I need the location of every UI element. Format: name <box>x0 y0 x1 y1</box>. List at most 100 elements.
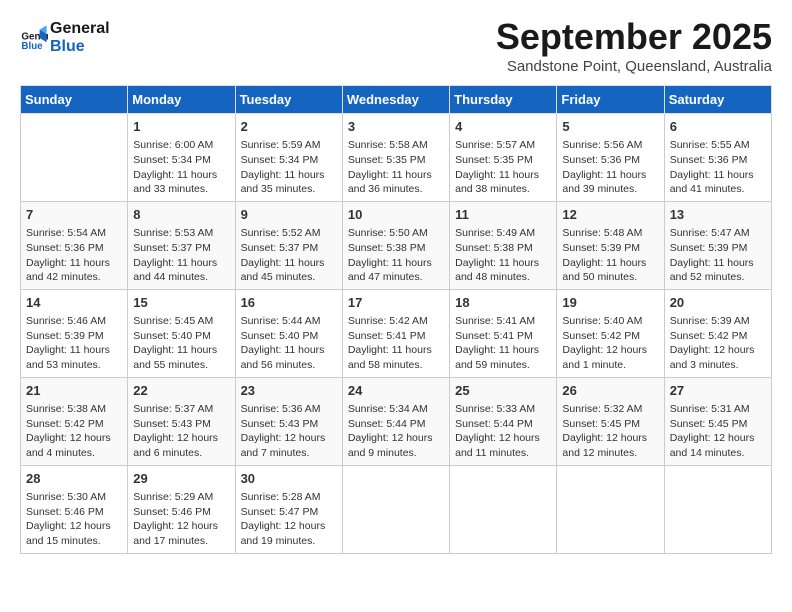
page-header: General Blue General Blue September 2025… <box>20 16 772 75</box>
day-info-line: Daylight: 12 hours <box>26 519 122 534</box>
day-info-line: Sunset: 5:38 PM <box>348 241 444 256</box>
calendar-cell: 28Sunrise: 5:30 AMSunset: 5:46 PMDayligh… <box>21 465 128 553</box>
day-number: 2 <box>241 118 337 136</box>
day-info-line: and 1 minute. <box>562 358 658 373</box>
day-number: 11 <box>455 206 551 224</box>
day-number: 26 <box>562 382 658 400</box>
day-info-line: Sunset: 5:40 PM <box>241 329 337 344</box>
day-info-line: Sunrise: 5:47 AM <box>670 226 766 241</box>
calendar-cell: 29Sunrise: 5:29 AMSunset: 5:46 PMDayligh… <box>128 465 235 553</box>
day-info-line: Sunrise: 5:38 AM <box>26 402 122 417</box>
day-number: 17 <box>348 294 444 312</box>
day-info-line: Sunrise: 5:52 AM <box>241 226 337 241</box>
day-info-line: and 50 minutes. <box>562 270 658 285</box>
day-info-line: Sunrise: 5:39 AM <box>670 314 766 329</box>
day-info-line: and 19 minutes. <box>241 534 337 549</box>
day-info-line: Daylight: 11 hours <box>241 343 337 358</box>
day-number: 4 <box>455 118 551 136</box>
day-info-line: Sunrise: 5:58 AM <box>348 138 444 153</box>
day-number: 27 <box>670 382 766 400</box>
calendar-cell <box>21 114 128 202</box>
day-info-line: and 9 minutes. <box>348 446 444 461</box>
day-info-line: and 15 minutes. <box>26 534 122 549</box>
day-number: 23 <box>241 382 337 400</box>
day-number: 29 <box>133 470 229 488</box>
calendar-cell: 13Sunrise: 5:47 AMSunset: 5:39 PMDayligh… <box>664 201 771 289</box>
calendar-cell: 15Sunrise: 5:45 AMSunset: 5:40 PMDayligh… <box>128 289 235 377</box>
calendar-cell: 16Sunrise: 5:44 AMSunset: 5:40 PMDayligh… <box>235 289 342 377</box>
day-info-line: Daylight: 11 hours <box>133 256 229 271</box>
day-info-line: Sunrise: 5:34 AM <box>348 402 444 417</box>
day-info-line: Daylight: 11 hours <box>348 256 444 271</box>
day-info-line: Sunset: 5:34 PM <box>241 153 337 168</box>
day-info-line: Daylight: 12 hours <box>562 343 658 358</box>
day-info-line: Daylight: 12 hours <box>670 431 766 446</box>
day-info-line: Sunrise: 5:30 AM <box>26 490 122 505</box>
day-info-line: and 56 minutes. <box>241 358 337 373</box>
day-info-line: Sunset: 5:44 PM <box>348 417 444 432</box>
calendar-week-2: 7Sunrise: 5:54 AMSunset: 5:36 PMDaylight… <box>21 201 772 289</box>
day-info-line: Sunrise: 5:41 AM <box>455 314 551 329</box>
day-info-line: and 58 minutes. <box>348 358 444 373</box>
day-info-line: Daylight: 11 hours <box>562 168 658 183</box>
day-number: 8 <box>133 206 229 224</box>
calendar-cell: 10Sunrise: 5:50 AMSunset: 5:38 PMDayligh… <box>342 201 449 289</box>
day-number: 3 <box>348 118 444 136</box>
calendar-body: 1Sunrise: 6:00 AMSunset: 5:34 PMDaylight… <box>21 114 772 554</box>
logo-icon: General Blue <box>20 24 48 52</box>
day-info-line: and 4 minutes. <box>26 446 122 461</box>
day-number: 18 <box>455 294 551 312</box>
col-header-friday: Friday <box>557 86 664 114</box>
day-info-line: Sunset: 5:39 PM <box>670 241 766 256</box>
day-number: 15 <box>133 294 229 312</box>
calendar-cell: 2Sunrise: 5:59 AMSunset: 5:34 PMDaylight… <box>235 114 342 202</box>
day-info-line: Sunset: 5:42 PM <box>562 329 658 344</box>
day-info-line: Sunset: 5:38 PM <box>455 241 551 256</box>
day-info-line: and 35 minutes. <box>241 182 337 197</box>
day-info-line: Daylight: 12 hours <box>241 519 337 534</box>
calendar-cell: 23Sunrise: 5:36 AMSunset: 5:43 PMDayligh… <box>235 377 342 465</box>
col-header-wednesday: Wednesday <box>342 86 449 114</box>
day-info-line: Sunrise: 5:53 AM <box>133 226 229 241</box>
calendar-week-3: 14Sunrise: 5:46 AMSunset: 5:39 PMDayligh… <box>21 289 772 377</box>
day-info-line: Sunset: 5:36 PM <box>670 153 766 168</box>
calendar-cell: 30Sunrise: 5:28 AMSunset: 5:47 PMDayligh… <box>235 465 342 553</box>
month-title: September 2025 <box>496 16 772 58</box>
day-info-line: Sunset: 5:35 PM <box>455 153 551 168</box>
day-info-line: Daylight: 12 hours <box>133 431 229 446</box>
day-info-line: Daylight: 12 hours <box>26 431 122 446</box>
day-info-line: and 59 minutes. <box>455 358 551 373</box>
day-info-line: Sunrise: 6:00 AM <box>133 138 229 153</box>
day-number: 12 <box>562 206 658 224</box>
calendar-week-4: 21Sunrise: 5:38 AMSunset: 5:42 PMDayligh… <box>21 377 772 465</box>
day-number: 7 <box>26 206 122 224</box>
day-info-line: Daylight: 12 hours <box>562 431 658 446</box>
calendar-cell: 22Sunrise: 5:37 AMSunset: 5:43 PMDayligh… <box>128 377 235 465</box>
logo-blue: Blue <box>50 38 85 55</box>
day-info-line: Sunrise: 5:48 AM <box>562 226 658 241</box>
col-header-thursday: Thursday <box>450 86 557 114</box>
day-info-line: and 47 minutes. <box>348 270 444 285</box>
day-info-line: Sunrise: 5:56 AM <box>562 138 658 153</box>
location-subtitle: Sandstone Point, Queensland, Australia <box>496 58 772 75</box>
day-info-line: and 53 minutes. <box>26 358 122 373</box>
day-info-line: Sunset: 5:43 PM <box>133 417 229 432</box>
day-info-line: Sunrise: 5:46 AM <box>26 314 122 329</box>
day-number: 5 <box>562 118 658 136</box>
calendar-cell: 12Sunrise: 5:48 AMSunset: 5:39 PMDayligh… <box>557 201 664 289</box>
day-info-line: Daylight: 12 hours <box>348 431 444 446</box>
calendar-cell: 3Sunrise: 5:58 AMSunset: 5:35 PMDaylight… <box>342 114 449 202</box>
day-number: 28 <box>26 470 122 488</box>
day-info-line: Sunrise: 5:55 AM <box>670 138 766 153</box>
calendar-cell: 6Sunrise: 5:55 AMSunset: 5:36 PMDaylight… <box>664 114 771 202</box>
day-info-line: Sunset: 5:43 PM <box>241 417 337 432</box>
day-info-line: and 55 minutes. <box>133 358 229 373</box>
day-number: 21 <box>26 382 122 400</box>
day-info-line: Daylight: 11 hours <box>455 256 551 271</box>
day-number: 16 <box>241 294 337 312</box>
day-number: 6 <box>670 118 766 136</box>
day-info-line: Sunset: 5:37 PM <box>133 241 229 256</box>
day-info-line: Sunset: 5:42 PM <box>26 417 122 432</box>
calendar-cell: 11Sunrise: 5:49 AMSunset: 5:38 PMDayligh… <box>450 201 557 289</box>
title-area: September 2025 Sandstone Point, Queensla… <box>496 16 772 75</box>
